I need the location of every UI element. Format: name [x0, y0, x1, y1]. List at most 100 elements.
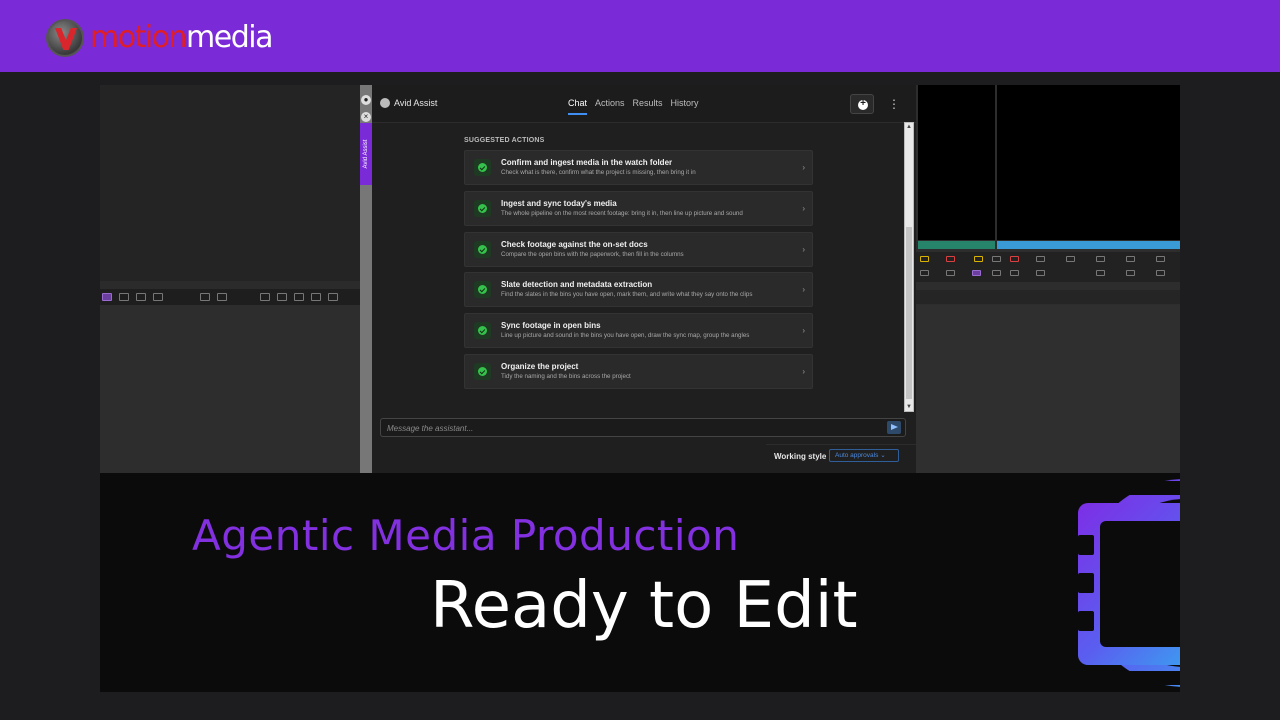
transport-controls — [916, 252, 1180, 282]
chevron-down-icon: ⌄ — [880, 452, 886, 459]
bin-text-icon[interactable] — [294, 293, 304, 301]
tab-results[interactable]: Results — [633, 98, 663, 115]
action-title: Organize the project — [501, 361, 579, 371]
bin-view-column-icon[interactable] — [153, 293, 163, 301]
chevron-right-icon: › — [802, 366, 805, 376]
actions-scrollbar[interactable]: ▲ ▼ — [904, 122, 914, 412]
bin-panel-top — [100, 85, 360, 281]
close-icon[interactable]: × — [361, 112, 371, 122]
bin-settings-icon[interactable] — [260, 293, 270, 301]
chevron-right-icon: › — [802, 285, 805, 295]
play-reverse-icon[interactable] — [946, 270, 955, 276]
message-box — [380, 418, 906, 437]
splice-icon[interactable] — [1066, 256, 1075, 262]
source-position-bar[interactable] — [918, 241, 995, 249]
suggested-actions-heading: SUGGESTED ACTIONS — [464, 137, 545, 144]
go-to-end-icon[interactable] — [1156, 270, 1165, 276]
link-icon[interactable] — [1036, 270, 1045, 276]
message-input[interactable] — [387, 421, 877, 435]
action-title: Sync footage in open bins — [501, 321, 601, 331]
action-card[interactable]: Ingest and sync today's media The whole … — [464, 190, 813, 226]
bin-panel — [100, 85, 360, 473]
bin-view-script-icon[interactable] — [136, 293, 146, 301]
action-title: Check footage against the on-set docs — [501, 239, 648, 249]
bin-view-list-icon[interactable] — [102, 293, 112, 301]
timeline-area — [916, 305, 1180, 473]
tab-actions[interactable]: Actions — [595, 98, 625, 115]
record-position-bar[interactable] — [997, 241, 1180, 249]
grid-icon[interactable] — [992, 256, 1001, 262]
assistant-side-tab[interactable]: Avid Assist — [360, 123, 372, 185]
chevron-right-icon: › — [802, 163, 805, 172]
action-description: Tidy the naming and the bins across the … — [501, 372, 631, 380]
action-description: Check what is there, confirm what the pr… — [501, 169, 696, 176]
check-circle-icon — [474, 362, 491, 380]
clear-out-icon[interactable] — [1010, 256, 1019, 262]
more-options-icon[interactable]: ⋮ — [884, 97, 904, 111]
action-card[interactable]: Organize the project Tidy the naming and… — [464, 353, 813, 389]
bin-view-frame-icon[interactable] — [119, 293, 129, 301]
action-title: Slate detection and metadata extraction — [501, 280, 653, 290]
action-description: Find the slates in the bins you have ope… — [501, 291, 753, 299]
bin-toolbar — [100, 289, 360, 305]
working-style-row: Working style Auto approvals ⌄ — [766, 444, 916, 466]
working-style-value: Auto approvals — [835, 452, 879, 459]
trim-icon[interactable] — [920, 270, 929, 276]
assistant-tabs: Chat Actions Results History — [568, 98, 699, 115]
chevron-right-icon: › — [802, 203, 805, 213]
check-circle-icon — [474, 240, 491, 258]
action-title: Ingest and sync today's media — [501, 198, 617, 208]
bin-content — [100, 305, 360, 473]
pin-icon[interactable]: ● — [361, 95, 371, 105]
step-forward-icon[interactable] — [1126, 256, 1135, 262]
extract-icon[interactable] — [992, 270, 1001, 276]
assistant-side-strip: ● × Avid Assist — [360, 85, 372, 473]
bin-sync-icon[interactable] — [277, 293, 287, 301]
step-back-icon[interactable] — [1096, 256, 1105, 262]
end-icon[interactable] — [1156, 256, 1165, 262]
send-button[interactable] — [887, 421, 901, 434]
check-circle-icon — [474, 281, 491, 299]
suggested-actions-list: Confirm and ingest media in the watch fo… — [464, 150, 813, 395]
bin-menu-icon[interactable] — [328, 293, 338, 301]
action-card[interactable]: Sync footage in open bins Line up pictur… — [464, 313, 813, 349]
headline-secondary: Ready to Edit — [430, 569, 858, 643]
headline-primary: Agentic Media Production — [192, 511, 740, 560]
scrollbar-thumb[interactable] — [906, 227, 912, 399]
fast-forward-icon[interactable] — [1126, 270, 1135, 276]
rewind-icon[interactable] — [1096, 270, 1105, 276]
mark-out-icon[interactable] — [946, 256, 955, 262]
action-title: Confirm and ingest media in the watch fo… — [501, 158, 673, 167]
assistant-title: Avid Assist — [394, 98, 438, 108]
list-icon[interactable] — [1036, 256, 1045, 262]
chevron-right-icon: › — [802, 326, 805, 336]
action-description: Compare the open bins with the paperwork… — [501, 250, 684, 258]
tab-chat[interactable]: Chat — [568, 98, 588, 115]
top-banner: motionmedia — [0, 0, 1280, 72]
source-monitor[interactable] — [918, 85, 995, 240]
scroll-down-icon[interactable]: ▼ — [905, 403, 913, 411]
check-circle-icon — [474, 199, 491, 217]
action-card[interactable]: Confirm and ingest media in the watch fo… — [464, 150, 813, 185]
check-circle-icon — [474, 322, 491, 340]
action-card[interactable]: Check footage against the on-set docs Co… — [464, 231, 813, 267]
working-style-select[interactable]: Auto approvals ⌄ — [829, 449, 899, 462]
new-chat-button[interactable] — [850, 94, 875, 114]
check-circle-icon — [474, 159, 491, 176]
record-monitor[interactable] — [997, 85, 1180, 240]
tab-history[interactable]: History — [671, 98, 699, 115]
bin-flag-icon[interactable] — [200, 293, 210, 301]
bin-grid-icon[interactable] — [311, 293, 321, 301]
assistant-panel: Avid Assist Chat Actions Results History… — [372, 85, 916, 473]
logo-mark-icon — [46, 19, 84, 57]
lift-icon[interactable] — [972, 270, 981, 276]
monitor-panel — [916, 85, 1180, 473]
editor-window: ● × Avid Assist Avid Assist Chat Actions… — [100, 85, 1180, 473]
mixer-icon[interactable] — [1010, 270, 1019, 276]
action-card[interactable]: Slate detection and metadata extraction … — [464, 272, 813, 308]
timeline-header — [916, 290, 1180, 304]
clear-in-icon[interactable] — [974, 256, 983, 262]
mark-in-icon[interactable] — [920, 256, 929, 262]
scroll-up-icon[interactable]: ▲ — [905, 123, 913, 131]
bin-image-icon[interactable] — [217, 293, 227, 301]
